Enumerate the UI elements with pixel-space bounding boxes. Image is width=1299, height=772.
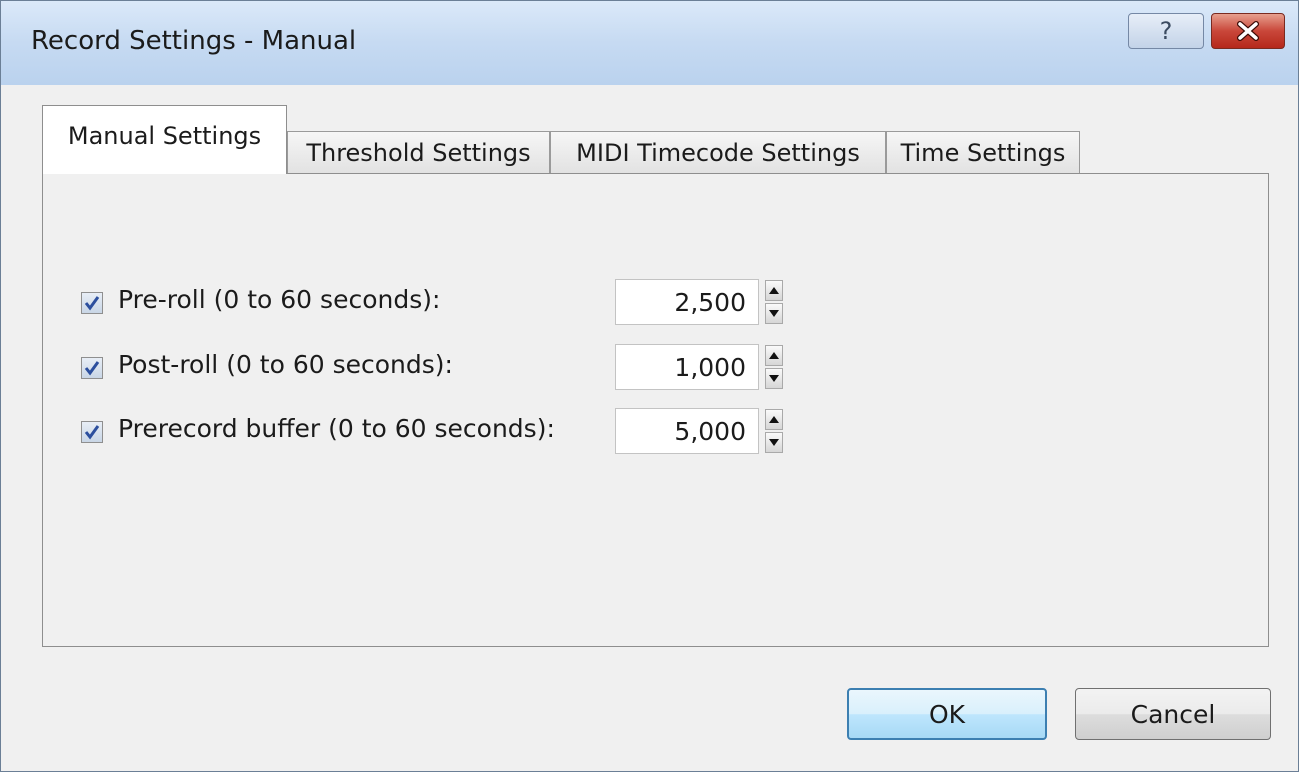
pre-roll-spin-down[interactable] xyxy=(765,303,783,324)
arrow-up-icon xyxy=(769,416,779,423)
close-button[interactable] xyxy=(1211,13,1285,49)
prerecord-buffer-input[interactable] xyxy=(615,408,759,454)
tab-label: Manual Settings xyxy=(67,122,262,150)
help-button[interactable]: ? xyxy=(1128,13,1204,49)
cancel-button[interactable]: Cancel xyxy=(1075,688,1271,740)
prerecord-buffer-row: Prerecord buffer (0 to 60 seconds): xyxy=(43,408,1268,458)
ok-button[interactable]: OK xyxy=(847,688,1047,740)
prerecord-buffer-spinner xyxy=(765,409,783,453)
arrow-down-icon xyxy=(769,439,779,446)
window-title: Record Settings - Manual xyxy=(31,26,357,56)
tab-threshold-settings[interactable]: Threshold Settings xyxy=(287,131,550,173)
title-bar[interactable]: Record Settings - Manual ? xyxy=(1,1,1298,85)
checkmark-icon xyxy=(84,425,100,440)
post-roll-spinner xyxy=(765,345,783,389)
pre-roll-row: Pre-roll (0 to 60 seconds): xyxy=(43,279,1268,329)
post-roll-row: Post-roll (0 to 60 seconds): xyxy=(43,344,1268,394)
pre-roll-checkbox[interactable] xyxy=(81,292,103,314)
prerecord-buffer-spin-up[interactable] xyxy=(765,409,783,430)
question-mark-icon: ? xyxy=(1159,17,1173,45)
tab-label: Time Settings xyxy=(900,138,1066,167)
dialog-client-area: Manual Settings Threshold Settings MIDI … xyxy=(9,85,1289,763)
tab-midi-timecode-settings[interactable]: MIDI Timecode Settings xyxy=(550,131,886,173)
checkmark-icon xyxy=(84,361,100,376)
arrow-up-icon xyxy=(769,287,779,294)
pre-roll-spinner xyxy=(765,280,783,324)
tab-label: Threshold Settings xyxy=(306,138,531,167)
tab-time-settings[interactable]: Time Settings xyxy=(886,131,1080,173)
record-settings-dialog: Record Settings - Manual ? Manual Settin… xyxy=(0,0,1299,772)
manual-settings-panel: Pre-roll (0 to 60 seconds): 2,500 Post-r… xyxy=(42,173,1269,647)
arrow-down-icon xyxy=(769,310,779,317)
prerecord-buffer-spin-down[interactable] xyxy=(765,432,783,453)
checkmark-icon xyxy=(84,296,100,311)
post-roll-input[interactable] xyxy=(615,344,759,390)
tab-manual-settings[interactable]: Manual Settings xyxy=(42,105,287,174)
post-roll-checkbox[interactable] xyxy=(81,357,103,379)
arrow-up-icon xyxy=(769,352,779,359)
close-x-icon xyxy=(1237,21,1259,41)
prerecord-buffer-checkbox[interactable] xyxy=(81,421,103,443)
pre-roll-spin-up[interactable] xyxy=(765,280,783,301)
prerecord-buffer-label: Prerecord buffer (0 to 60 seconds): xyxy=(118,414,555,443)
tab-label: MIDI Timecode Settings xyxy=(576,138,860,167)
post-roll-spin-up[interactable] xyxy=(765,345,783,366)
pre-roll-input[interactable] xyxy=(615,279,759,325)
post-roll-spin-down[interactable] xyxy=(765,368,783,389)
arrow-down-icon xyxy=(769,375,779,382)
pre-roll-label: Pre-roll (0 to 60 seconds): xyxy=(118,285,441,314)
post-roll-label: Post-roll (0 to 60 seconds): xyxy=(118,350,453,379)
